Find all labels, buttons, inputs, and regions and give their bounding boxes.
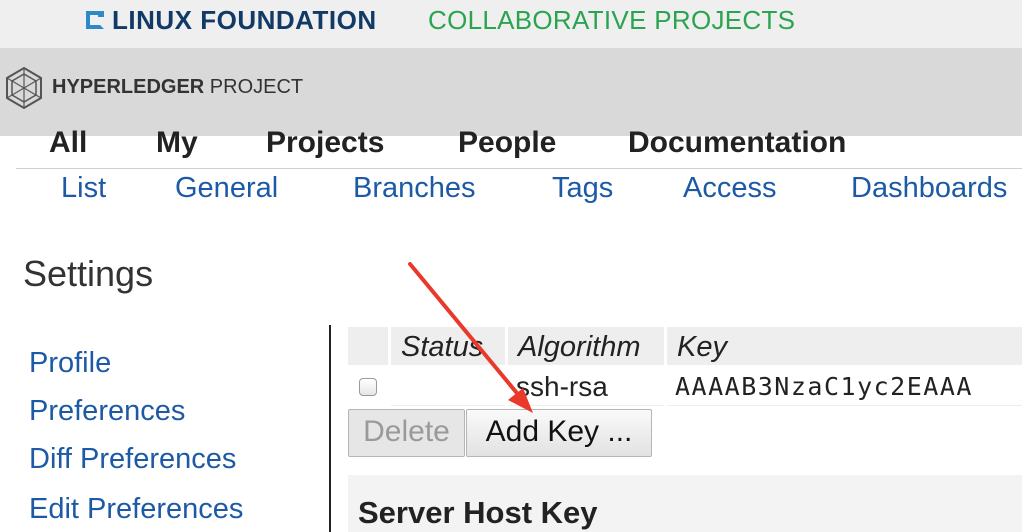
table-header-status: Status bbox=[391, 327, 505, 365]
sub-menu-branches[interactable]: Branches bbox=[353, 172, 476, 205]
banner-subtitle[interactable]: COLLABORATIVE PROJECTS bbox=[428, 5, 795, 36]
key-row-algorithm: ssh-rsa bbox=[508, 368, 664, 406]
key-row-checkbox[interactable] bbox=[359, 378, 377, 396]
page-title: Settings bbox=[23, 253, 154, 294]
linux-foundation-banner: LINUX FOUNDATION COLLABORATIVE PROJECTS bbox=[0, 0, 1022, 48]
settings-nav-diff-preferences[interactable]: Diff Preferences bbox=[29, 443, 236, 476]
top-menu-all[interactable]: All bbox=[49, 126, 87, 160]
settings-nav-edit-preferences[interactable]: Edit Preferences bbox=[29, 493, 243, 526]
top-menu-projects[interactable]: Projects bbox=[266, 126, 384, 160]
sub-menu-access[interactable]: Access bbox=[683, 172, 776, 205]
sub-menu-list[interactable]: List bbox=[61, 172, 106, 205]
add-key-button[interactable]: Add Key ... bbox=[466, 409, 652, 457]
table-header-key: Key bbox=[667, 327, 1022, 365]
brand-name-bold: HYPERLEDGER bbox=[52, 76, 205, 98]
banner-title[interactable]: LINUX FOUNDATION bbox=[112, 5, 377, 36]
sub-menu-general[interactable]: General bbox=[175, 172, 278, 205]
settings-nav-preferences[interactable]: Preferences bbox=[29, 395, 185, 428]
linux-foundation-logo-icon bbox=[86, 11, 104, 29]
sub-menu-dashboards[interactable]: Dashboards bbox=[851, 172, 1007, 205]
sub-menu-tags[interactable]: Tags bbox=[552, 172, 613, 205]
key-row-status bbox=[391, 368, 505, 406]
table-header-select bbox=[348, 327, 388, 365]
brand-name-light: PROJECT bbox=[204, 76, 304, 98]
top-menu-my[interactable]: My bbox=[156, 126, 198, 160]
hyperledger-logo-icon[interactable] bbox=[0, 64, 48, 112]
brand-name[interactable]: HYPERLEDGER PROJECT bbox=[52, 76, 303, 99]
top-menu-people[interactable]: People bbox=[458, 126, 556, 160]
key-row-key: AAAAB3NzaC1yc2EAAA bbox=[667, 368, 1022, 406]
nav-divider bbox=[329, 325, 331, 532]
settings-nav-profile[interactable]: Profile bbox=[29, 347, 111, 380]
server-host-key-title: Server Host Key bbox=[358, 495, 598, 530]
menu-divider bbox=[16, 168, 1022, 169]
top-menu: All My Projects People Documentation bbox=[0, 122, 1022, 164]
table-header-algorithm: Algorithm bbox=[508, 327, 664, 365]
delete-button[interactable]: Delete bbox=[348, 409, 465, 457]
top-menu-documentation[interactable]: Documentation bbox=[628, 126, 846, 160]
